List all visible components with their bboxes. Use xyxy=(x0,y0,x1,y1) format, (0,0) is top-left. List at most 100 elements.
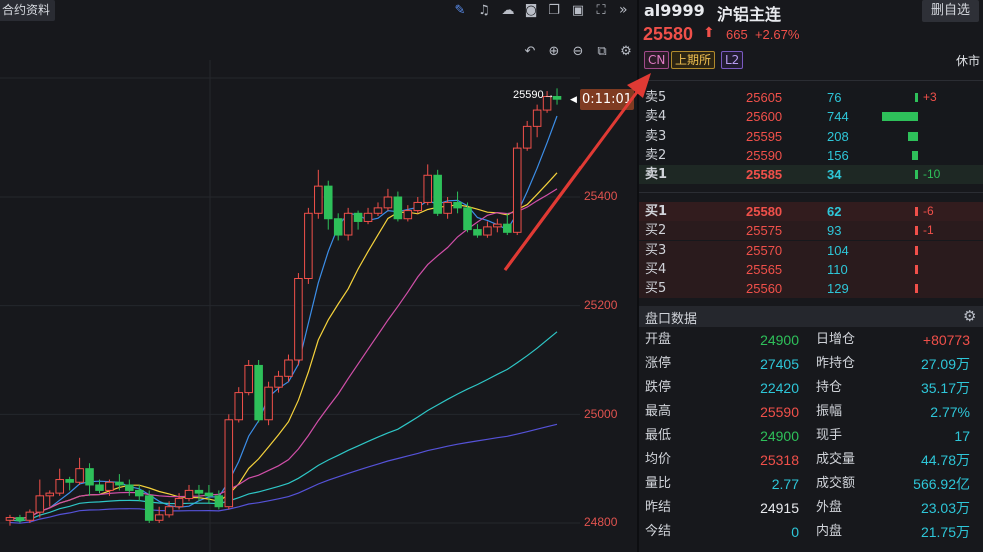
gear-icon[interactable]: ⚙ xyxy=(963,307,976,325)
ask-row[interactable]: 卖2 25590 156 xyxy=(639,145,983,165)
bid-price: 25565 xyxy=(746,261,783,277)
cloud-icon[interactable]: ☁ xyxy=(499,2,517,20)
reset-view-icon[interactable]: ⧉ xyxy=(593,43,611,61)
bid-row[interactable]: 买2 25575 93 -1 xyxy=(639,221,983,241)
ask-level-label: 卖4 xyxy=(645,109,667,125)
stat-value: 25590 xyxy=(760,404,799,420)
candlestick-svg[interactable] xyxy=(0,60,580,552)
copy-icon[interactable]: ❐ xyxy=(545,2,563,20)
ask-level-label: 卖2 xyxy=(645,147,667,163)
ask-price: 25595 xyxy=(746,128,783,144)
candle-body xyxy=(45,492,55,497)
candle-body xyxy=(15,517,25,521)
bid-price: 25575 xyxy=(746,223,783,239)
stat-label: 涨停 xyxy=(645,356,672,371)
candle-body xyxy=(284,359,293,377)
ma-line xyxy=(9,172,558,520)
arrow-up-icon: ⬆ xyxy=(703,25,715,41)
candle-body xyxy=(85,468,94,486)
ask-row[interactable]: 卖1 25585 34 -10 xyxy=(639,165,983,185)
candle-body xyxy=(204,492,214,497)
candle-body xyxy=(254,364,263,421)
bid-level-label: 买2 xyxy=(645,223,667,239)
candle-body xyxy=(105,481,114,491)
bid-row[interactable]: 买3 25570 104 xyxy=(639,240,983,260)
candle-body xyxy=(503,223,512,233)
collapse-panel-icon[interactable]: » xyxy=(619,1,633,19)
stat-label: 开盘 xyxy=(645,332,672,347)
candle-body xyxy=(403,210,413,220)
bell-icon[interactable]: ♫ xyxy=(475,2,493,20)
candle-body xyxy=(154,514,164,521)
chart-top-toolbar: 合约资料 ✎ ♫ ☁ ◙ ❐ ▣ ⛶ » xyxy=(0,0,637,22)
stat-value: 24915 xyxy=(760,500,799,516)
stat-row: 跌停 22420 持仓 35.17万 xyxy=(639,376,983,400)
candle-body xyxy=(55,479,64,494)
candle-body xyxy=(463,207,472,231)
candle-body xyxy=(304,212,313,279)
market-status: 休市 xyxy=(956,54,981,68)
undo-icon[interactable]: ↶ xyxy=(521,43,539,61)
kline-chart-panel[interactable]: 合约资料 ✎ ♫ ☁ ◙ ❐ ▣ ⛶ » ↶ ⊕ ⊖ ⧉ ⚙ 25590→ ◀ … xyxy=(0,0,637,552)
candle-body xyxy=(144,495,154,521)
candle-body xyxy=(393,196,403,220)
bid-volume: 110 xyxy=(827,261,848,277)
symbol-name: 沪铝主连 xyxy=(717,5,782,24)
bid-price: 25570 xyxy=(746,242,783,258)
candle-body xyxy=(423,174,433,203)
ask-row[interactable]: 卖4 25600 744 xyxy=(639,107,983,127)
candle-body xyxy=(333,218,343,236)
pencil-icon[interactable]: ✎ xyxy=(451,2,469,20)
ask-row[interactable]: 卖3 25595 208 xyxy=(639,126,983,146)
bid-delta: -1 xyxy=(923,223,934,238)
bid-volume: 62 xyxy=(827,204,842,219)
last-price: 25580 xyxy=(643,24,694,44)
remove-watchlist-button[interactable]: 删自选 xyxy=(922,0,979,22)
stat-label: 外盘 xyxy=(816,500,843,515)
candle-body xyxy=(522,125,532,149)
quote-panel: al9999 沪铝主连 删自选 25580 ⬆ 665 +2.67% CN 上期… xyxy=(639,0,983,552)
fullscreen-icon[interactable]: ⛶ xyxy=(592,2,610,20)
bid-row[interactable]: 买5 25560 129 xyxy=(639,279,983,299)
ask-volume: 76 xyxy=(827,90,842,105)
stat-value: 24900 xyxy=(760,428,799,444)
bid-row[interactable]: 买4 25565 110 xyxy=(639,259,983,279)
candle-body xyxy=(413,201,423,212)
bid-row[interactable]: 买1 25580 62 -6 xyxy=(639,202,983,221)
screen-icon[interactable]: ▣ xyxy=(569,2,587,20)
stat-row: 昨结 24915 外盘 23.03万 xyxy=(639,496,983,520)
zoom-in-icon[interactable]: ⊕ xyxy=(545,43,563,61)
ask-volume-bar xyxy=(908,131,918,141)
bid-volume-bar xyxy=(915,207,918,216)
stat-value: 23.03万 xyxy=(920,500,970,516)
divider xyxy=(639,80,983,81)
candle-body xyxy=(75,468,84,483)
ask-price: 25585 xyxy=(746,167,783,183)
camera-icon[interactable]: ◙ xyxy=(522,2,540,20)
candle-body xyxy=(184,489,194,500)
stat-row: 均价 25318 成交量 44.78万 xyxy=(639,448,983,472)
settings-icon[interactable]: ⚙ xyxy=(617,43,635,61)
ask-volume-bar xyxy=(882,112,918,122)
stat-value: 24900 xyxy=(760,332,799,348)
bid-level-label: 买1 xyxy=(645,204,668,219)
y-tick-label: 24800 xyxy=(584,515,618,529)
divider xyxy=(639,192,983,193)
stat-label: 内盘 xyxy=(816,524,843,539)
ask-volume: 156 xyxy=(827,147,849,163)
ask-price: 25605 xyxy=(746,90,783,105)
stat-value: 0 xyxy=(791,524,799,540)
bid-volume-bar xyxy=(915,226,918,236)
candle-body xyxy=(214,495,224,508)
candle-body xyxy=(134,489,144,497)
candle-body xyxy=(234,392,244,421)
zoom-out-icon[interactable]: ⊖ xyxy=(569,43,587,61)
candle-body xyxy=(383,196,393,209)
ask-volume-bar xyxy=(912,150,918,160)
ask-level-label: 卖1 xyxy=(645,167,668,183)
contract-info-button[interactable]: 合约资料 xyxy=(0,0,56,21)
symbol-code: al9999 xyxy=(644,1,705,20)
ask-row[interactable]: 卖5 25605 76 +3 xyxy=(639,88,983,107)
candle-body xyxy=(314,185,323,214)
candle-body xyxy=(532,109,542,127)
